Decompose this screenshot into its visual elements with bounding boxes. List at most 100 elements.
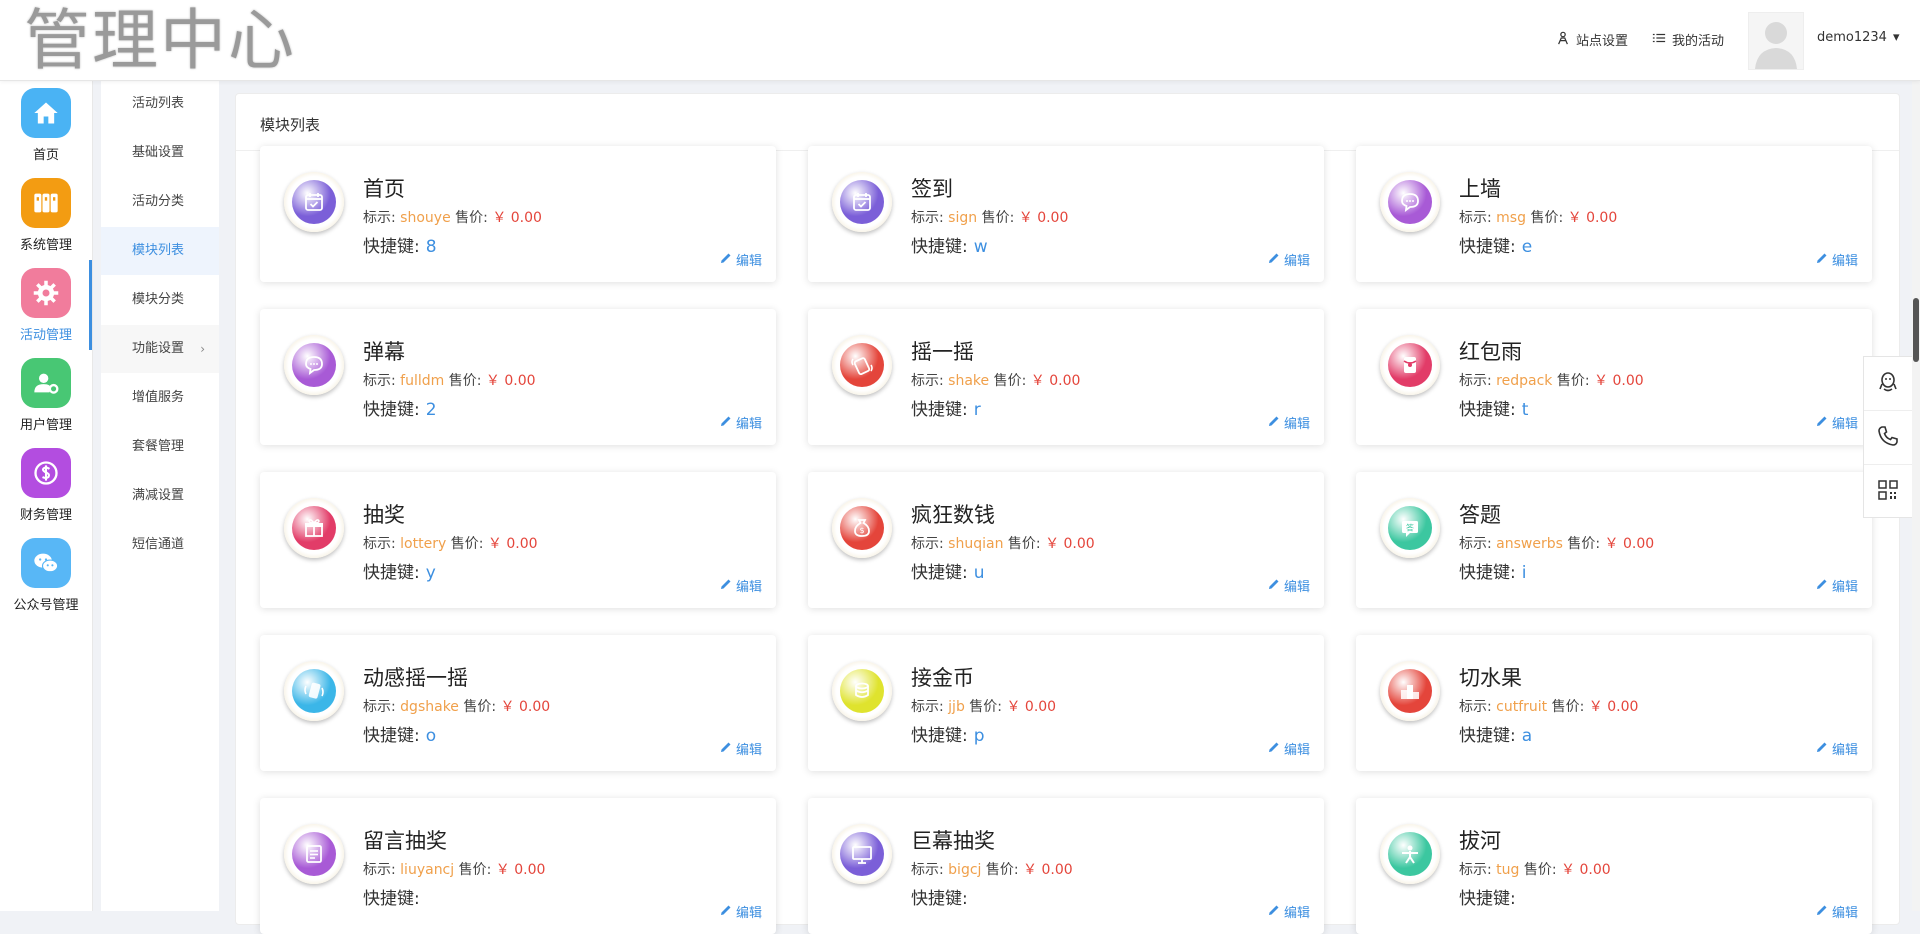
module-title: 答题 [1459, 503, 1501, 527]
price-label: 售价: [993, 373, 1027, 389]
secondary-sidebar: 活动列表 基础设置 活动分类 模块列表 模块分类 功能设置 › 增值服务 套餐管理… [101, 80, 219, 911]
edit-label: 编辑 [735, 417, 762, 432]
module-price: ￥ 0.00 [1567, 210, 1618, 226]
subnav-module-category[interactable]: 模块分类 [101, 276, 219, 324]
edit-button[interactable]: 编辑 [1268, 739, 1310, 758]
caret-down-icon: ▾ [1892, 30, 1900, 45]
module-badge [284, 661, 344, 721]
module-code: bigcj [948, 862, 982, 878]
module-price: ￥ 0.00 [1045, 536, 1095, 552]
edit-label: 编辑 [1283, 906, 1310, 921]
code-label: 标示: [363, 210, 396, 226]
pencil-icon [1268, 252, 1280, 268]
module-card: 接金币 标示: jjb 售价: ￥ 0.00 快捷键: p 编辑 [808, 635, 1324, 771]
edit-label: 编辑 [1283, 580, 1310, 595]
nav-home[interactable]: 首页 [0, 80, 92, 170]
hotkey-label: 快捷键: [1459, 726, 1516, 746]
phone-icon [1876, 424, 1900, 452]
user-menu[interactable]: demo1234 ▾ [1817, 30, 1899, 45]
nav-activity[interactable]: 活动管理 [0, 260, 92, 350]
edit-label: 编辑 [735, 743, 762, 758]
price-label: 售价: [1551, 699, 1585, 715]
subnav-sms-channel[interactable]: 短信通道 [101, 521, 219, 569]
scrollbar-thumb[interactable] [1913, 298, 1919, 362]
module-meta: 标示: sign 售价: ￥ 0.00 [911, 207, 1068, 227]
chat-icon [292, 343, 336, 387]
module-price: ￥ 0.00 [495, 862, 546, 878]
edit-label: 编辑 [1831, 417, 1858, 432]
module-card: 上墙 标示: msg 售价: ￥ 0.00 快捷键: e 编辑 [1356, 146, 1872, 282]
edit-button[interactable]: 编辑 [720, 413, 762, 432]
user-settings-icon [21, 358, 71, 408]
module-meta: 标示: jjb 售价: ￥ 0.00 [911, 696, 1056, 716]
subnav-function-settings-label: 功能设置 [132, 341, 185, 356]
edit-button[interactable]: 编辑 [720, 250, 762, 269]
code-label: 标示: [363, 373, 396, 389]
module-badge [1380, 661, 1440, 721]
qrcode-icon [1876, 478, 1900, 506]
pencil-icon [1816, 252, 1828, 268]
edit-button[interactable]: 编辑 [1268, 902, 1310, 921]
money-icon [21, 448, 71, 498]
site-settings-link[interactable]: 站点设置 [1556, 30, 1628, 49]
module-price: ￥ 0.00 [1604, 536, 1655, 552]
edit-button[interactable]: 编辑 [1816, 902, 1858, 921]
module-badge [832, 335, 892, 395]
module-meta: 标示: cutfruit 售价: ￥ 0.00 [1459, 696, 1638, 716]
nav-wechat[interactable]: 公众号管理 [0, 530, 92, 620]
nav-finance[interactable]: 财务管理 [0, 440, 92, 530]
avatar[interactable] [1748, 12, 1804, 70]
edit-button[interactable]: 编辑 [1268, 413, 1310, 432]
phone-button[interactable] [1864, 411, 1912, 465]
edit-button[interactable]: 编辑 [1816, 576, 1858, 595]
hotkey-label: 快捷键: [911, 889, 968, 909]
hotkey-label: 快捷键: [1459, 563, 1516, 583]
module-title: 巨幕抽奖 [911, 829, 995, 853]
code-label: 标示: [911, 373, 944, 389]
edit-button[interactable]: 编辑 [720, 739, 762, 758]
edit-button[interactable]: 编辑 [1268, 576, 1310, 595]
my-activity-link[interactable]: 我的活动 [1652, 30, 1724, 49]
edit-button[interactable]: 编辑 [1816, 739, 1858, 758]
edit-label: 编辑 [1831, 906, 1858, 921]
edit-button[interactable]: 编辑 [720, 576, 762, 595]
hotkey-label: 快捷键: [363, 889, 420, 909]
edit-button[interactable]: 编辑 [1268, 250, 1310, 269]
module-meta: 标示: answerbs 售价: ￥ 0.00 [1459, 533, 1654, 553]
price-label: 售价: [448, 373, 482, 389]
price-label: 售价: [458, 862, 492, 878]
hotkey-row: 快捷键: i [1459, 558, 1526, 583]
subnav-function-settings[interactable]: 功能设置 › [101, 325, 219, 373]
page-scrollbar[interactable] [1912, 80, 1920, 911]
code-label: 标示: [911, 536, 944, 552]
qq-support-button[interactable] [1864, 357, 1912, 411]
subnav-value-added[interactable]: 增值服务 [101, 374, 219, 422]
edit-button[interactable]: 编辑 [1816, 413, 1858, 432]
columns-icon [21, 178, 71, 228]
module-price: ￥ 0.00 [1594, 373, 1644, 389]
qrcode-button[interactable] [1864, 465, 1912, 518]
nav-home-label: 首页 [32, 148, 59, 163]
tug-icon [1388, 832, 1432, 876]
subnav-basic-settings[interactable]: 基础设置 [101, 129, 219, 177]
edit-button[interactable]: 编辑 [720, 902, 762, 921]
hotkey-row: 快捷键: t [1459, 395, 1528, 420]
price-label: 售价: [1523, 862, 1557, 878]
nav-system[interactable]: 系统管理 [0, 170, 92, 260]
subnav-packages[interactable]: 套餐管理 [101, 423, 219, 471]
subnav-discounts[interactable]: 满减设置 [101, 472, 219, 520]
note-icon [292, 832, 336, 876]
module-hotkey: w [973, 237, 988, 257]
subnav-module-list[interactable]: 模块列表 [101, 227, 219, 275]
chevron-right-icon: › [200, 342, 205, 356]
money-bag-icon: $ [840, 506, 884, 550]
subnav-activity-list[interactable]: 活动列表 [101, 80, 219, 128]
nav-users[interactable]: 用户管理 [0, 350, 92, 440]
module-hotkey: i [1521, 563, 1527, 583]
subnav-activity-category[interactable]: 活动分类 [101, 178, 219, 226]
gear-icon [21, 268, 71, 318]
module-card: $ 疯狂数钱 标示: shuqian 售价: ￥ 0.00 快捷键: u 编辑 [808, 472, 1324, 608]
edit-button[interactable]: 编辑 [1816, 250, 1858, 269]
hotkey-label: 快捷键: [911, 563, 968, 583]
coins-icon [840, 669, 884, 713]
